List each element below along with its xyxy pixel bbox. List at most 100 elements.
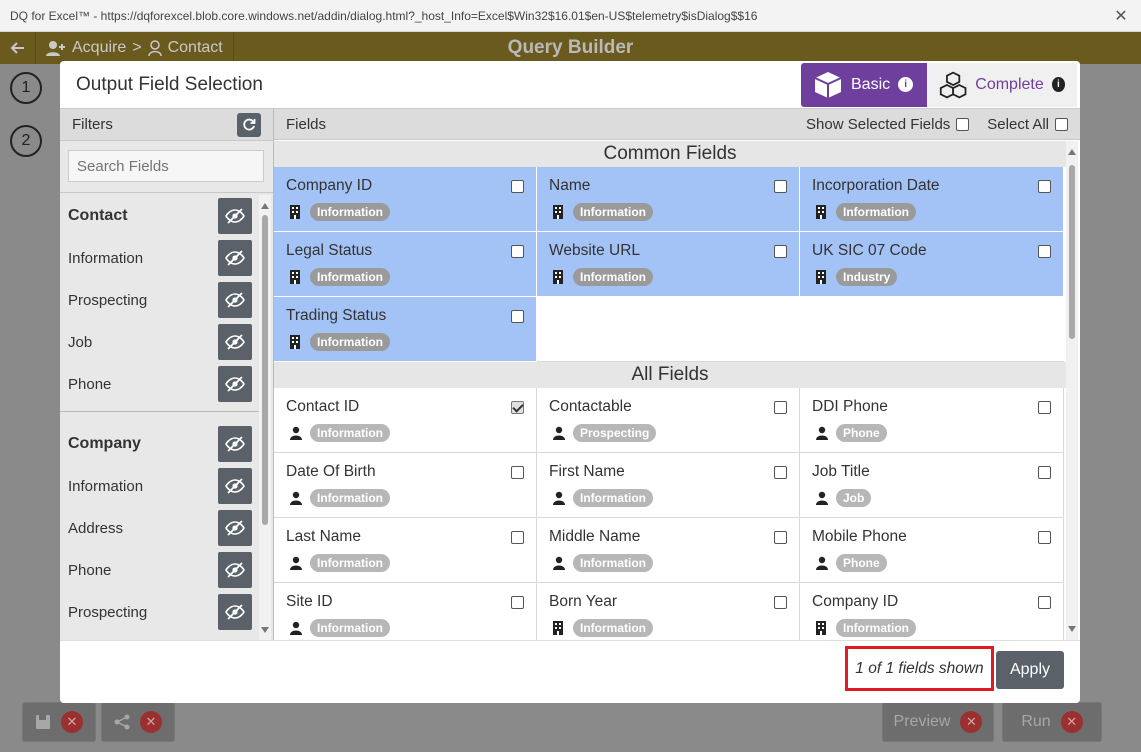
field-checkbox[interactable] — [511, 596, 524, 609]
field-card[interactable]: Contactable Prospecting — [537, 388, 800, 453]
field-checkbox[interactable] — [774, 531, 787, 544]
field-checkbox[interactable] — [511, 310, 524, 323]
building-icon — [290, 205, 302, 219]
field-checkbox[interactable] — [511, 531, 524, 544]
field-card[interactable]: Trading Status Information — [274, 297, 537, 362]
run-button[interactable]: Run ✕ — [1002, 702, 1102, 742]
field-card[interactable]: Legal Status Information — [274, 232, 537, 297]
field-category-tag: Prospecting — [573, 424, 657, 442]
hide-toggle-button[interactable] — [218, 282, 252, 318]
hide-toggle-button[interactable] — [218, 468, 252, 504]
field-card[interactable]: Last Name Information — [274, 518, 537, 583]
person-icon — [816, 556, 828, 570]
field-meta: Information — [290, 489, 390, 507]
field-card[interactable]: Company ID Information — [800, 583, 1064, 640]
field-card[interactable]: Middle Name Information — [537, 518, 800, 583]
field-name: UK SIC 07 Code — [812, 242, 927, 259]
filter-list: Contact Information Prospecting Job Phone Com… — [60, 195, 260, 641]
field-meta: Information — [290, 203, 390, 221]
share-button[interactable]: ✕ — [101, 702, 175, 742]
field-checkbox[interactable] — [774, 466, 787, 479]
preview-button[interactable]: Preview ✕ — [882, 702, 994, 742]
user-icon — [147, 40, 162, 56]
filter-label: Company — [68, 435, 141, 452]
add-user-icon — [46, 41, 65, 56]
field-card[interactable]: Mobile Phone Phone — [800, 518, 1064, 583]
fields-scroll-up-icon[interactable] — [1068, 149, 1076, 155]
filters-scrollbar[interactable] — [259, 195, 271, 641]
select-all-checkbox[interactable] — [1055, 117, 1068, 131]
fields-header: Fields Show Selected Fields Select All — [274, 108, 1080, 140]
hide-toggle-button[interactable] — [218, 324, 252, 360]
fields-scroll-thumb[interactable] — [1069, 165, 1075, 339]
save-button[interactable]: ✕ — [22, 702, 96, 742]
apply-button[interactable]: Apply — [996, 651, 1064, 689]
hide-toggle-button[interactable] — [218, 366, 252, 402]
field-card[interactable]: Incorporation Date Information — [800, 167, 1064, 232]
field-checkbox[interactable] — [774, 245, 787, 258]
field-meta: Phone — [816, 554, 887, 572]
field-card[interactable]: UK SIC 07 Code Industry — [800, 232, 1064, 297]
run-disabled-icon: ✕ — [1060, 711, 1083, 733]
basic-mode-button[interactable]: Basic i — [801, 62, 927, 107]
hide-toggle-button[interactable] — [218, 198, 252, 234]
basic-info-icon[interactable]: i — [898, 77, 914, 92]
hide-toggle-button[interactable] — [218, 552, 252, 588]
field-checkbox[interactable] — [774, 596, 787, 609]
field-category-tag: Information — [836, 619, 916, 637]
close-dialog-icon[interactable]: ✕ — [1111, 6, 1131, 26]
field-checkbox[interactable] — [511, 466, 524, 479]
show-selected-checkbox[interactable] — [956, 117, 970, 131]
field-category-tag: Information — [310, 619, 390, 637]
field-card[interactable]: Company ID Information — [274, 167, 537, 232]
filter-item: Prospecting — [60, 591, 260, 633]
field-checkbox[interactable] — [511, 401, 524, 414]
field-checkbox[interactable] — [1038, 245, 1051, 258]
field-checkbox[interactable] — [774, 401, 787, 414]
field-checkbox[interactable] — [511, 245, 524, 258]
field-checkbox[interactable] — [1038, 466, 1051, 479]
fields-scrollbar[interactable] — [1066, 141, 1078, 640]
common-fields-title: Common Fields — [274, 141, 1066, 167]
field-meta: Job — [816, 489, 872, 507]
filters-scroll-thumb[interactable] — [262, 215, 268, 525]
complete-mode-button[interactable]: Complete i — [927, 62, 1077, 107]
crumb-contact[interactable]: Contact — [168, 39, 223, 57]
hide-toggle-button[interactable] — [218, 240, 252, 276]
app-header: Acquire > Contact Query Builder — [0, 32, 1141, 64]
field-checkbox[interactable] — [1038, 180, 1051, 193]
hide-toggle-button[interactable] — [218, 426, 252, 462]
field-name: DDI Phone — [812, 398, 888, 415]
field-card[interactable]: Website URL Information — [537, 232, 800, 297]
hide-toggle-button[interactable] — [218, 594, 252, 630]
scroll-down-icon[interactable] — [261, 627, 269, 633]
field-card[interactable]: Job Title Job — [800, 453, 1064, 518]
field-card[interactable]: Born Year Information — [537, 583, 800, 640]
hide-toggle-button[interactable] — [218, 510, 252, 546]
modal-title: Output Field Selection — [76, 73, 263, 95]
fields-scroll-down-icon[interactable] — [1068, 626, 1076, 632]
field-card[interactable]: Contact ID Information — [274, 388, 537, 453]
common-fields-grid: Company ID Information Name Information Inco… — [274, 167, 1066, 362]
refresh-filters-button[interactable] — [237, 112, 261, 137]
field-meta: Information — [816, 619, 916, 637]
field-card[interactable]: First Name Information — [537, 453, 800, 518]
search-fields-input[interactable] — [68, 150, 264, 182]
field-checkbox[interactable] — [1038, 531, 1051, 544]
back-button[interactable] — [0, 32, 36, 64]
eye-slash-icon — [225, 520, 245, 536]
filter-label: Phone — [68, 375, 112, 393]
field-card[interactable]: Name Information — [537, 167, 800, 232]
field-card[interactable]: Date Of Birth Information — [274, 453, 537, 518]
field-name: Site ID — [286, 593, 333, 610]
complete-info-icon[interactable]: i — [1051, 77, 1065, 92]
field-checkbox[interactable] — [774, 180, 787, 193]
field-checkbox[interactable] — [1038, 596, 1051, 609]
field-card[interactable]: Site ID Information — [274, 583, 537, 640]
field-name: Job Title — [812, 463, 870, 480]
field-checkbox[interactable] — [511, 180, 524, 193]
crumb-acquire[interactable]: Acquire — [72, 39, 126, 57]
field-checkbox[interactable] — [1038, 401, 1051, 414]
scroll-up-icon[interactable] — [261, 203, 269, 209]
field-card[interactable]: DDI Phone Phone — [800, 388, 1064, 453]
